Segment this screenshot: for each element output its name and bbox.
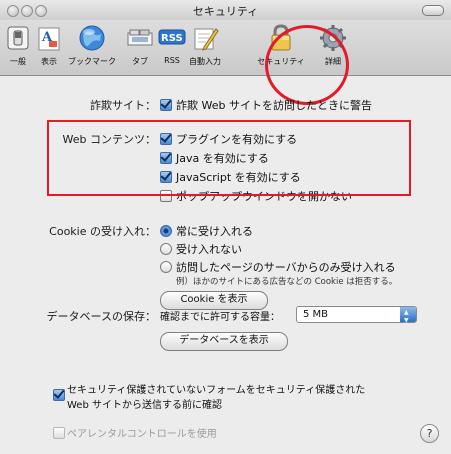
preferences-window: セキュリティ 一般 A 表示 ブックマーク タブ RSS RSS 自動入力 セキ… (0, 0, 451, 454)
toolbar-toggle-button[interactable] (422, 5, 444, 16)
insecure-form-label-line2: Web サイトから送信する前に確認 (67, 400, 222, 411)
pencil-icon (194, 28, 219, 51)
fraud-checkbox-label: 詐欺 Web サイトを訪問したときに警告 (176, 99, 372, 112)
web-content-highlight (47, 120, 411, 196)
select-arrows-icon (400, 305, 416, 329)
database-label: データベースの保存： (46, 310, 156, 323)
cookie-always-radio[interactable] (160, 225, 172, 237)
window-title: セキュリティ (192, 5, 259, 18)
insecure-form-checkbox[interactable] (53, 389, 65, 401)
cookie-always-label: 常に受け入れる (176, 225, 253, 238)
database-quota-select[interactable]: 5 MB (296, 305, 417, 329)
tab-bookmarks[interactable]: ブックマーク (64, 23, 120, 67)
cookie-visited-label: 訪問したページのサーバからのみ受け入れる (176, 261, 396, 274)
font-icon: A (38, 27, 60, 51)
parental-controls-checkbox[interactable] (53, 427, 65, 439)
toolbar: 一般 A 表示 ブックマーク タブ RSS RSS 自動入力 セキュリティ 詳細 (0, 20, 451, 105)
help-button[interactable]: ? (420, 424, 439, 443)
globe-icon (79, 25, 105, 51)
cookie-never-radio[interactable] (160, 243, 172, 255)
database-quota-label: 確認までに許可する容量： (160, 312, 280, 323)
cookie-never-label: 受け入れない (176, 243, 242, 256)
show-databases-button[interactable]: データベースを表示 (160, 332, 288, 351)
insecure-form-label-line1: セキュリティ保護されていないフォームをセキュリティ保護された (67, 385, 366, 396)
fraud-checkbox[interactable] (160, 99, 172, 111)
tab-autofill[interactable]: 自動入力 (182, 23, 228, 67)
title-bar: セキュリティ (0, 0, 451, 21)
cookie-note: 例）ほかのサイトにある広告などの Cookie は拒否する。 (176, 277, 398, 287)
fraud-label: 詐欺サイト： (90, 99, 156, 112)
svg-text:RSS: RSS (161, 33, 183, 44)
cookie-visited-radio[interactable] (160, 261, 172, 273)
database-quota-value: 5 MB (303, 309, 329, 320)
cookie-label: Cookie の受け入れ： (49, 225, 156, 238)
parental-controls-label: ペアレンタルコントロールを使用 (67, 429, 217, 440)
security-pane: 詐欺サイト： 詐欺 Web サイトを訪問したときに警告 Web コンテンツ： プ… (0, 76, 451, 454)
